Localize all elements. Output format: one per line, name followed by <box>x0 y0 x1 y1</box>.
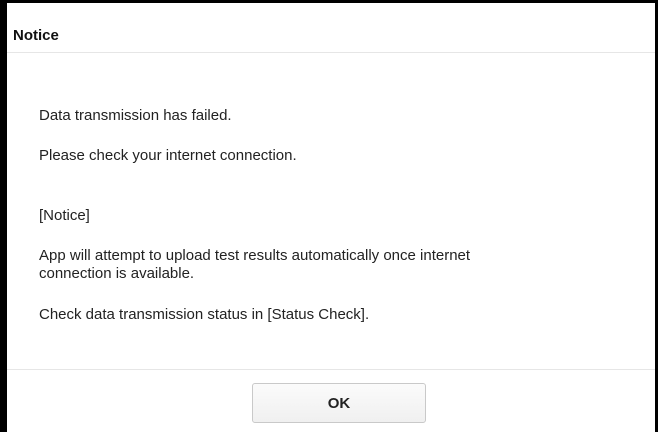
message-status-check: Check data transmission status in [Statu… <box>39 306 370 323</box>
message-auto-upload-line-2: connection is available. <box>39 265 195 282</box>
message-transmission-failed: Data transmission has failed. <box>39 107 232 124</box>
dialog-footer: OK <box>7 369 655 432</box>
window-edge-left <box>0 0 7 432</box>
screen: Notice Data transmission has failed. Ple… <box>0 0 658 432</box>
dialog-title-bar: Notice <box>7 3 655 53</box>
message-auto-upload-line-1: App will attempt to upload test results … <box>39 247 471 264</box>
notice-dialog: Notice Data transmission has failed. Ple… <box>7 3 655 432</box>
message-check-connection: Please check your internet connection. <box>39 147 297 164</box>
message-notice-heading: [Notice] <box>39 207 90 224</box>
dialog-title: Notice <box>13 27 59 44</box>
ok-button[interactable]: OK <box>252 383 426 423</box>
